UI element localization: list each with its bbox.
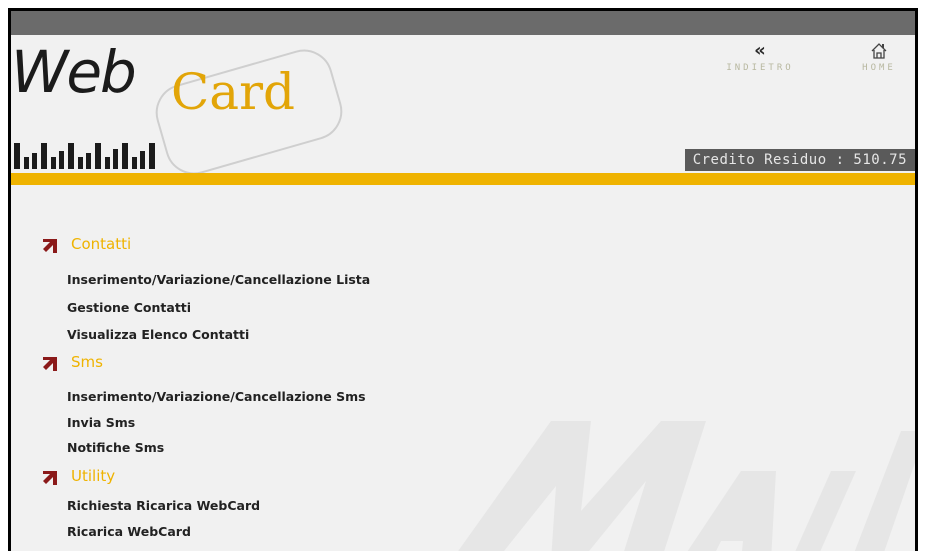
top-bar xyxy=(11,11,915,35)
back-label: INDIETRO xyxy=(726,63,794,73)
menu-link-elenco-contatti[interactable]: Visualizza Elenco Contatti xyxy=(67,327,249,342)
menu-link-richiesta-ricarica[interactable]: Richiesta Ricarica WebCard xyxy=(67,498,260,513)
menu-link-gestione-contatti[interactable]: Gestione Contatti xyxy=(67,300,191,315)
logo-card-text: Card xyxy=(171,63,295,121)
menu-link-notifiche-sms[interactable]: Notifiche Sms xyxy=(67,440,164,455)
double-chevron-left-icon: « xyxy=(754,40,766,61)
main-menu: Contatti Inserimento/Variazione/Cancella… xyxy=(11,185,915,551)
section-title-utility: Utility xyxy=(71,467,116,485)
app-frame: Web Card « INDIETRO HOME Credito Residuo… xyxy=(8,8,918,551)
back-button[interactable]: « INDIETRO xyxy=(705,40,815,74)
home-button[interactable]: HOME xyxy=(841,41,915,73)
header: Web Card « INDIETRO HOME Credito Residuo… xyxy=(11,35,915,173)
menu-link-gestione-sms[interactable]: Inserimento/Variazione/Cancellazione Sms xyxy=(67,389,366,404)
credit-residuo-label: Credito Residuo : 510.75 xyxy=(684,149,915,171)
menu-link-ricarica[interactable]: Ricarica WebCard xyxy=(67,524,191,539)
section-sms: Sms xyxy=(41,351,103,373)
home-icon xyxy=(871,43,887,59)
webcard-logo: Web Card xyxy=(11,35,371,173)
signal-bars-icon xyxy=(14,143,155,169)
logo-web-text: Web xyxy=(11,38,137,106)
section-utility: Utility xyxy=(41,465,115,487)
header-accent-bar xyxy=(11,173,915,185)
section-contatti: Contatti xyxy=(41,233,131,255)
menu-link-invia-sms[interactable]: Invia Sms xyxy=(67,415,135,430)
section-title-sms: Sms xyxy=(71,353,103,371)
arrow-up-right-icon xyxy=(43,471,57,485)
menu-link-lista[interactable]: Inserimento/Variazione/Cancellazione Lis… xyxy=(67,272,370,287)
arrow-up-right-icon xyxy=(43,239,57,253)
home-label: HOME xyxy=(862,63,896,73)
section-title-contatti: Contatti xyxy=(71,235,132,253)
arrow-up-right-icon xyxy=(43,357,57,371)
